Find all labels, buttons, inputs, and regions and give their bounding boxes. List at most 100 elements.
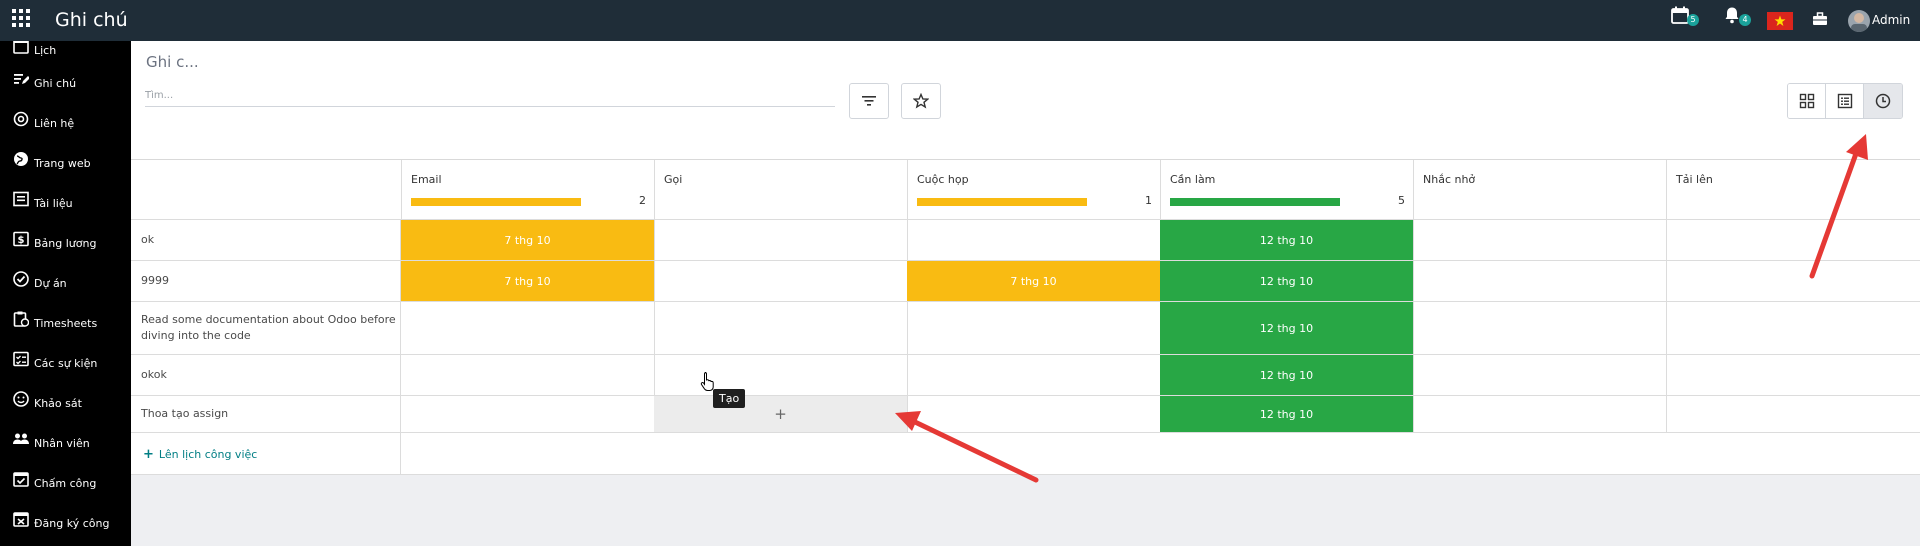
empty-activity-cell[interactable] — [1666, 355, 1920, 396]
activity-cell[interactable]: 12 thg 10 — [1160, 396, 1414, 433]
create-tooltip: Tạo — [713, 389, 746, 408]
column-header-label: Tải lên — [1676, 173, 1713, 186]
create-activity-cell[interactable]: + — [654, 396, 908, 433]
apps-menu-icon[interactable] — [12, 9, 30, 27]
row-title[interactable]: ok — [131, 220, 401, 261]
empty-activity-cell[interactable] — [654, 220, 908, 261]
activity-cell[interactable]: 12 thg 10 — [1160, 355, 1414, 396]
favorites-button[interactable] — [901, 83, 941, 119]
sidebar-item-survey[interactable]: Khảo sát — [10, 384, 130, 414]
empty-activity-cell[interactable] — [654, 302, 908, 355]
activity-cell[interactable]: 7 thg 10 — [401, 220, 655, 261]
column-header: Cần làm 5 — [1160, 160, 1414, 220]
attendance-icon — [10, 471, 32, 487]
empty-activity-cell[interactable] — [401, 396, 655, 433]
sidebar-item-label: Nhân viên — [34, 436, 90, 450]
filter-icon — [862, 96, 876, 106]
column-header-label: Gọi — [664, 173, 683, 186]
sidebar-item-employees[interactable]: Nhân viên — [10, 424, 130, 454]
activity-date: 7 thg 10 — [504, 233, 551, 247]
activity-cell[interactable]: 7 thg 10 — [907, 261, 1161, 302]
activity-date: 12 thg 10 — [1259, 321, 1314, 335]
search-input[interactable] — [145, 85, 835, 107]
kanban-view-button[interactable] — [1788, 84, 1826, 118]
sidebar-item-payroll[interactable]: $ Bảng lương — [10, 224, 130, 254]
schedule-activity-link[interactable]: + Lên lịch công việc — [143, 447, 257, 462]
activity-grid: Email 2 Gọi Cuộc họp 1 Cần làm 5 Nhắc nhở Tải lê… — [131, 160, 1920, 475]
empty-activity-cell[interactable] — [907, 396, 1161, 433]
empty-activity-cell[interactable] — [907, 355, 1161, 396]
empty-activity-cell[interactable] — [654, 355, 908, 396]
star-icon — [913, 93, 929, 109]
sidebar-item-label: Chấm công — [34, 476, 97, 490]
list-icon — [1837, 93, 1852, 109]
empty-activity-cell[interactable] — [1666, 261, 1920, 302]
activity-date: 7 thg 10 — [504, 274, 551, 288]
activity-cell[interactable]: 12 thg 10 — [1160, 220, 1414, 261]
column-header-label: Nhắc nhở — [1423, 173, 1476, 186]
notification-button[interactable]: 4 — [1723, 6, 1751, 32]
empty-activity-cell[interactable] — [1413, 396, 1667, 433]
sidebar-item-projects[interactable]: Dự án — [10, 264, 130, 294]
empty-activity-cell[interactable] — [1413, 302, 1667, 355]
activity-cell[interactable]: 12 thg 10 — [1160, 261, 1414, 302]
column-count: 2 — [639, 194, 646, 207]
row-title[interactable]: Thoa tạo assign — [131, 396, 401, 433]
empty-activity-cell[interactable] — [654, 261, 908, 302]
at-icon — [10, 111, 32, 127]
empty-activity-cell[interactable] — [1666, 396, 1920, 433]
activity-date: 12 thg 10 — [1259, 274, 1314, 288]
activity-view-button[interactable] — [1864, 84, 1902, 118]
empty-activity-cell[interactable] — [1413, 261, 1667, 302]
empty-activity-cell[interactable] — [1413, 355, 1667, 396]
registration-icon — [10, 511, 32, 527]
top-navbar: Ghi chú 5 4 Admin — [0, 0, 1920, 41]
row-title[interactable]: Read some documentation about Odoo befor… — [131, 302, 401, 355]
activity-cell[interactable]: 7 thg 10 — [401, 261, 655, 302]
app-title[interactable]: Ghi chú — [55, 9, 128, 31]
sidebar: Lịch Ghi chú Liên hệ Trang web Tài liệu … — [0, 41, 131, 546]
company-switcher[interactable] — [1812, 12, 1828, 38]
sidebar-item-events[interactable]: Các sự kiện — [10, 344, 130, 374]
sidebar-item-label: Ghi chú — [34, 76, 77, 90]
sidebar-item-registration[interactable]: Đăng ký công — [10, 504, 130, 534]
employees-icon — [10, 431, 32, 447]
empty-activity-cell[interactable] — [907, 220, 1161, 261]
column-progress-bar[interactable] — [411, 198, 581, 206]
column-progress-bar[interactable] — [1170, 198, 1340, 206]
column-header: Cuộc họp 1 — [907, 160, 1161, 220]
row-title[interactable]: 9999 — [131, 261, 401, 302]
filter-button[interactable] — [849, 83, 889, 119]
language-flag-icon[interactable] — [1767, 12, 1793, 30]
sidebar-item-notes[interactable]: Ghi chú — [10, 64, 130, 94]
sidebar-item-label: Dự án — [34, 276, 67, 290]
column-header-label: Cuộc họp — [917, 173, 969, 186]
column-count: 1 — [1145, 194, 1152, 207]
sidebar-item-documents[interactable]: Tài liệu — [10, 184, 130, 214]
sidebar-item-timesheets[interactable]: Timesheets — [10, 304, 130, 334]
empty-activity-cell[interactable] — [401, 355, 655, 396]
empty-activity-cell[interactable] — [1413, 220, 1667, 261]
list-view-button[interactable] — [1826, 84, 1864, 118]
sidebar-item-label: Timesheets — [34, 316, 98, 330]
empty-activity-cell[interactable] — [1666, 220, 1920, 261]
user-name[interactable]: Admin — [1872, 13, 1910, 27]
breadcrumb[interactable]: Ghi c... — [146, 53, 199, 71]
sidebar-item-contacts[interactable]: Liên hệ — [10, 104, 130, 134]
sidebar-item-label: Các sự kiện — [34, 356, 98, 370]
activity-date: 12 thg 10 — [1259, 368, 1314, 382]
sidebar-item-calendar[interactable]: Lịch — [10, 41, 130, 61]
activity-button[interactable]: 5 — [1671, 6, 1699, 32]
row-title[interactable]: okok — [131, 355, 401, 396]
note-icon — [10, 71, 32, 87]
avatar[interactable] — [1848, 10, 1870, 32]
empty-activity-cell[interactable] — [1666, 302, 1920, 355]
empty-activity-cell[interactable] — [401, 302, 655, 355]
sidebar-item-website[interactable]: Trang web — [10, 144, 130, 174]
column-progress-bar[interactable] — [917, 198, 1087, 206]
sidebar-item-attendance[interactable]: Chấm công — [10, 464, 130, 494]
empty-activity-cell[interactable] — [907, 302, 1161, 355]
plus-icon: + — [143, 447, 154, 462]
sidebar-item-label: Đăng ký công — [34, 516, 110, 530]
activity-cell[interactable]: 12 thg 10 — [1160, 302, 1414, 355]
